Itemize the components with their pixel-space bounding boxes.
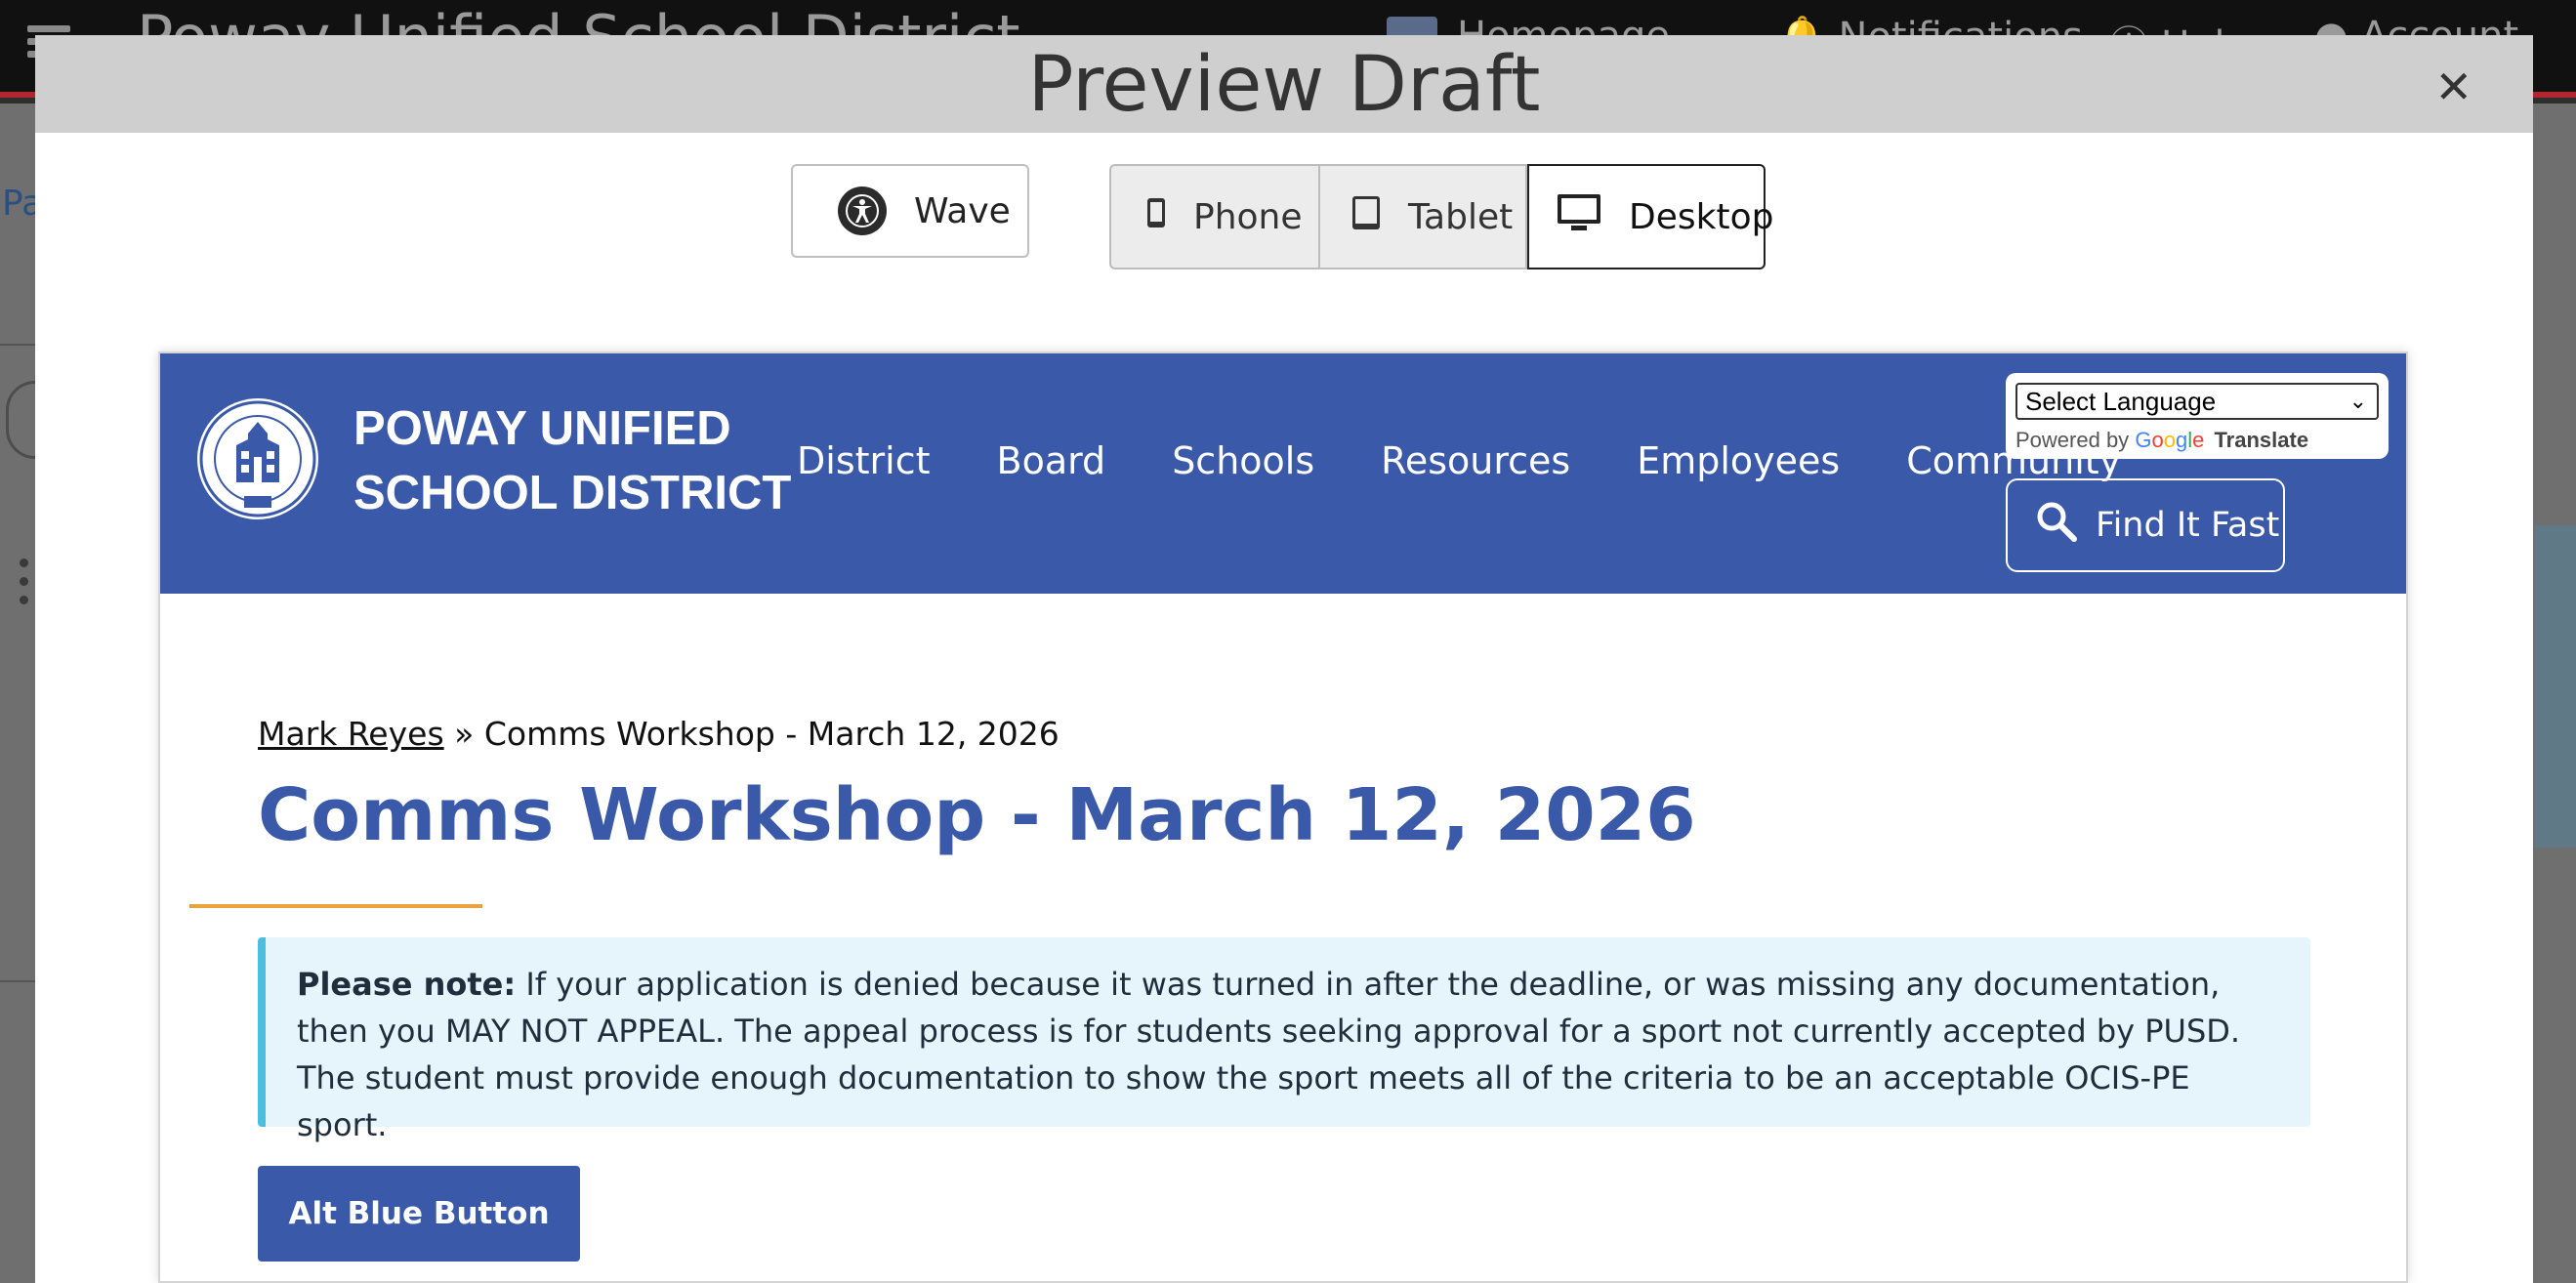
- district-seal-logo[interactable]: [197, 398, 318, 519]
- nav-district[interactable]: District: [797, 439, 931, 482]
- translate-link[interactable]: Translate: [2214, 428, 2308, 452]
- phone-icon: [1146, 197, 1166, 237]
- desktop-button[interactable]: Desktop: [1527, 164, 1773, 269]
- find-it-fast-button[interactable]: Find It Fast: [2006, 478, 2285, 572]
- wave-button[interactable]: Wave: [791, 164, 1029, 258]
- close-icon[interactable]: ✕: [2434, 61, 2472, 113]
- site-header: POWAY UNIFIED SCHOOL DISTRICT District B…: [160, 353, 2406, 594]
- breadcrumb-link[interactable]: Mark Reyes: [258, 715, 444, 753]
- search-icon: [2035, 500, 2078, 552]
- tablet-icon: [1351, 195, 1381, 239]
- divider: [0, 344, 39, 346]
- powered-by-google: Powered by Google Translate: [2015, 428, 2309, 452]
- divider: [0, 980, 39, 982]
- nav-resources[interactable]: Resources: [1381, 439, 1570, 482]
- preview-frame: POWAY UNIFIED SCHOOL DISTRICT District B…: [158, 352, 2408, 1283]
- find-it-fast-label: Find It Fast: [2096, 506, 2280, 545]
- tablet-button[interactable]: Tablet: [1320, 164, 1527, 269]
- wave-label: Wave: [914, 190, 1011, 231]
- breadcrumb-current: Comms Workshop - March 12, 2026: [483, 715, 1059, 753]
- title-accent-underline: [189, 904, 482, 908]
- language-select[interactable]: Select Language ⌄: [2015, 383, 2379, 420]
- phone-button[interactable]: Phone: [1109, 164, 1320, 269]
- accessibility-icon: [838, 186, 887, 235]
- note-text: If your application is denied because it…: [297, 966, 2241, 1143]
- google-translate-widget: Select Language ⌄ Powered by Google Tran…: [2006, 373, 2389, 459]
- phone-label: Phone: [1193, 196, 1303, 237]
- breadcrumb-separator: »: [454, 715, 475, 753]
- page-title: Comms Workshop - March 12, 2026: [258, 773, 1696, 857]
- side-panel: [2535, 525, 2576, 848]
- nav-schools[interactable]: Schools: [1172, 439, 1314, 482]
- tablet-label: Tablet: [1408, 196, 1514, 237]
- modal-title: Preview Draft: [1027, 41, 1541, 129]
- district-name[interactable]: POWAY UNIFIED SCHOOL DISTRICT: [353, 396, 791, 525]
- chevron-down-icon: ⌄: [2348, 389, 2367, 413]
- alt-blue-button[interactable]: Alt Blue Button: [258, 1166, 580, 1262]
- breadcrumb: Mark Reyes » Comms Workshop - March 12, …: [258, 715, 1059, 753]
- desktop-icon: [1557, 193, 1601, 241]
- device-toggle: Phone Tablet Desktop: [1109, 164, 1773, 269]
- nav-employees[interactable]: Employees: [1637, 439, 1840, 482]
- drag-handle-icon[interactable]: [20, 559, 29, 614]
- preview-draft-modal: Preview Draft ✕ Wave Phone Tablet Deskto…: [35, 35, 2533, 1283]
- modal-header: Preview Draft ✕: [35, 35, 2533, 133]
- site-nav: District Board Schools Resources Employe…: [797, 439, 2187, 482]
- callout-note: Please note: If your application is deni…: [258, 937, 2310, 1143]
- note-label: Please note:: [297, 966, 517, 1003]
- nav-board[interactable]: Board: [997, 439, 1106, 482]
- desktop-label: Desktop: [1629, 196, 1774, 237]
- google-logo: Google: [2135, 428, 2205, 452]
